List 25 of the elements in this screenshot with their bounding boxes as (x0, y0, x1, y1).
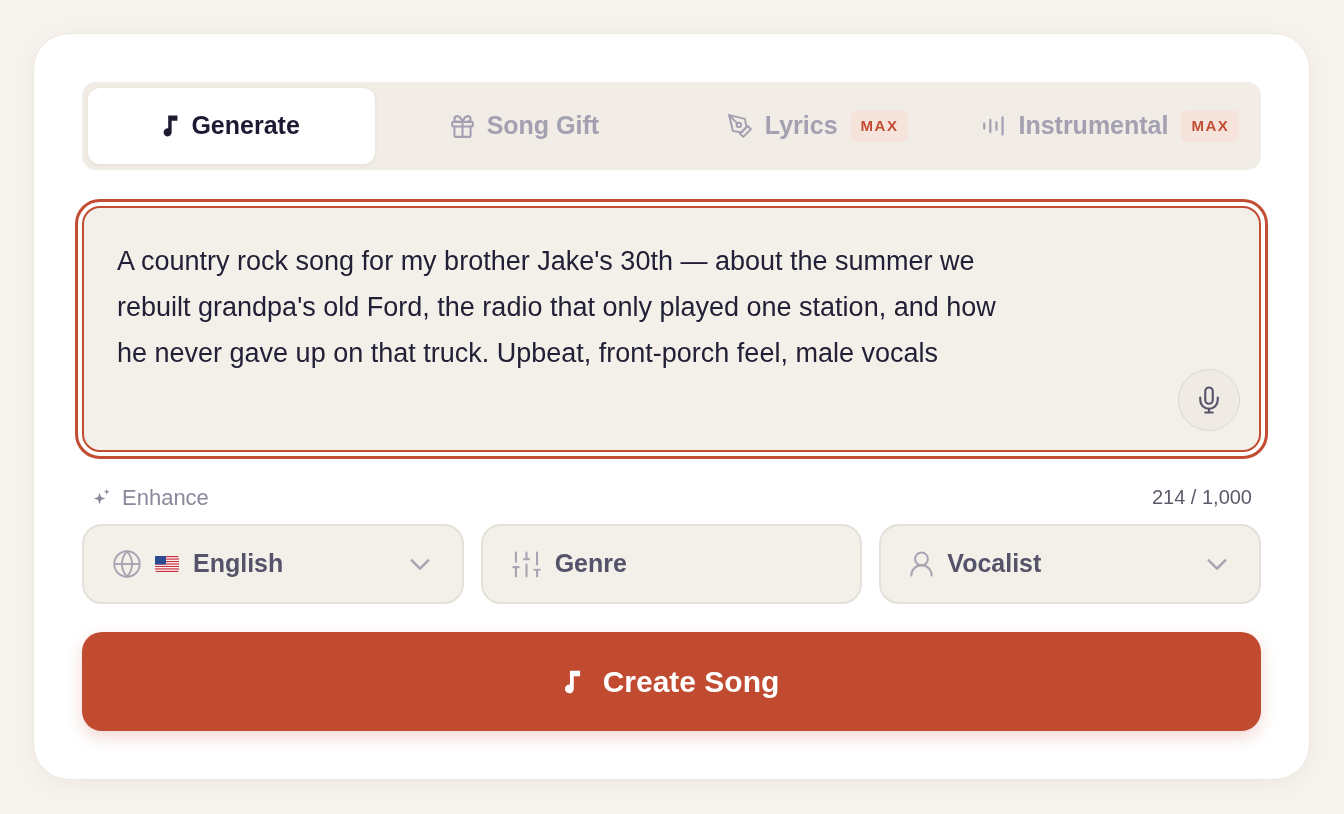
gift-icon (450, 114, 474, 138)
microphone-icon (1199, 386, 1219, 414)
tab[interactable]: Lyrics MAX (674, 88, 962, 164)
tab[interactable]: Generate (88, 88, 376, 164)
globe-icon (113, 550, 141, 578)
enhance-button[interactable]: Enhance (82, 480, 209, 514)
tab[interactable]: Instrumental MAX (967, 88, 1255, 164)
waveform-icon (983, 116, 1006, 136)
select-dropdown[interactable]: English (82, 524, 464, 604)
plan-badge: MAX (1181, 110, 1240, 142)
chevron-down-icon (409, 558, 430, 570)
picker-button[interactable]: Genre (480, 524, 863, 604)
create-song-button[interactable]: Create Song (82, 632, 1261, 731)
chevron-down-icon (1207, 558, 1227, 570)
character-count: 214 / 1,000 (1151, 485, 1253, 510)
sparkle-icon (92, 487, 111, 507)
music-note-icon (563, 669, 581, 694)
music-note-icon (163, 115, 179, 137)
flag-icon (155, 556, 179, 572)
sliders-icon (511, 550, 541, 578)
plan-badge: MAX (850, 110, 909, 142)
pen-nib-icon (727, 114, 752, 138)
person-icon (910, 551, 934, 577)
select-dropdown[interactable]: Vocalist (879, 524, 1261, 604)
prompt-text: A country rock song for my brother Jake's 30th — about the summer we rebuilt grandpa's old Ford, the radio that only played one station, and how he never gave up on that truck. Upbeat, front-porch feel, male vocals (116, 245, 997, 370)
